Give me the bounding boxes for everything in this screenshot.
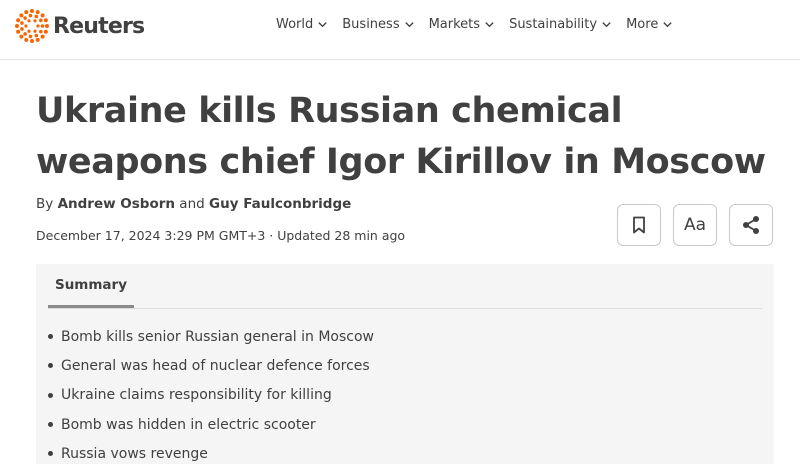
share-icon [743,216,759,234]
byline-conjunction: and [179,196,205,212]
logo-dot [24,37,29,42]
byline: By Andrew Osborn and Guy Faulconbridge [36,196,351,212]
bullet-icon [48,422,53,428]
bullet-icon [48,451,53,457]
logo-dot [15,24,19,28]
nav-item-label: Sustainability [509,17,598,32]
logo-dot [30,9,34,13]
bullet-icon [48,392,53,398]
share-button[interactable] [729,204,773,246]
logo-dot [36,24,40,28]
nav-item-sustainability[interactable]: Sustainability [509,17,612,32]
logo-dot [40,13,45,18]
nav-item-label: More [626,17,659,32]
logo-dot [34,33,39,38]
logo-dot [20,21,24,25]
logo-dot [34,14,39,19]
logo-dot [40,24,45,28]
summary-list: Bomb kills senior Russian general in Mos… [48,322,374,464]
logo-dot [35,10,40,15]
logo-dot [28,34,33,39]
list-item: Bomb kills senior Russian general in Mos… [48,322,374,351]
chevron-down-icon [602,22,611,28]
logo-dot [24,10,29,15]
summary-item-text: Ukraine claims responsibility for killin… [61,387,332,404]
summary-panel: Summary Bomb kills senior Russian genera… [36,264,774,464]
list-item: Ukraine claims responsibility for killin… [48,381,374,410]
byline-prefix: By [36,196,54,212]
nav-item-business[interactable]: Business [342,17,414,32]
logo-dot [23,32,27,36]
nav-item-world[interactable]: World [276,17,328,32]
nav-item-label: Business [342,17,400,32]
list-item: Russia vows revenge [48,439,374,464]
author-link[interactable]: Guy Faulconbridge [209,196,351,212]
logo-dot [19,13,24,18]
divider [48,308,762,309]
bookmark-icon [633,216,645,234]
article-headline: Ukraine kills Russian chemical weapons c… [36,91,766,182]
nav-item-label: Markets [428,17,481,32]
chevron-down-icon [404,22,414,28]
logo-dot [39,18,43,23]
chevron-down-icon [318,22,327,28]
logo-dot [40,34,45,39]
logo-dot [16,29,21,34]
bullet-icon [48,363,53,369]
summary-item-text: Bomb was hidden in electric scooter [61,416,316,433]
logo-dot [28,13,33,18]
reuters-logo-icon [15,9,49,43]
logo-dot [43,29,48,34]
nav-item-more[interactable]: More [626,17,673,32]
logo-dot [33,29,37,33]
nav-item-label: World [276,17,314,32]
font-size-label: Aa [683,215,707,235]
main-nav: World Business Markets Sustainability Mo… [276,17,687,32]
logo-dot [20,27,24,31]
reuters-logo-text: Reuters [53,13,145,39]
summary-item-text: Russia vows revenge [61,445,208,462]
list-item: Bomb was hidden in electric scooter [48,410,374,439]
logo-dot [35,37,40,42]
font-size-button[interactable]: Aa [673,204,717,246]
logo-dot [33,19,37,23]
logo-dot [45,24,49,28]
logo-dot [23,16,27,20]
logo-dot [27,19,31,23]
logo-dot [16,18,21,23]
bullet-icon [48,334,53,340]
dateline: December 17, 2024 3:29 PM GMT+3 · Update… [36,228,406,243]
summary-item-text: General was head of nuclear defence forc… [61,357,370,374]
logo-dot [30,39,34,43]
logo-dot [43,18,48,23]
list-item: General was head of nuclear defence forc… [48,351,374,380]
reuters-logo[interactable]: Reuters [15,9,145,43]
chevron-down-icon [663,22,672,28]
logo-dot [27,29,31,33]
nav-item-markets[interactable]: Markets [429,17,495,32]
summary-item-text: Bomb kills senior Russian general in Mos… [61,328,374,345]
chevron-down-icon [485,22,494,28]
tab-summary[interactable]: Summary [48,264,134,308]
bookmark-button[interactable] [617,204,661,246]
logo-dot [39,29,43,34]
site-header: Reuters World Business Markets Sustainab… [0,0,800,60]
logo-dot [24,24,28,28]
logo-dot [19,34,24,39]
author-link[interactable]: Andrew Osborn [58,196,175,212]
